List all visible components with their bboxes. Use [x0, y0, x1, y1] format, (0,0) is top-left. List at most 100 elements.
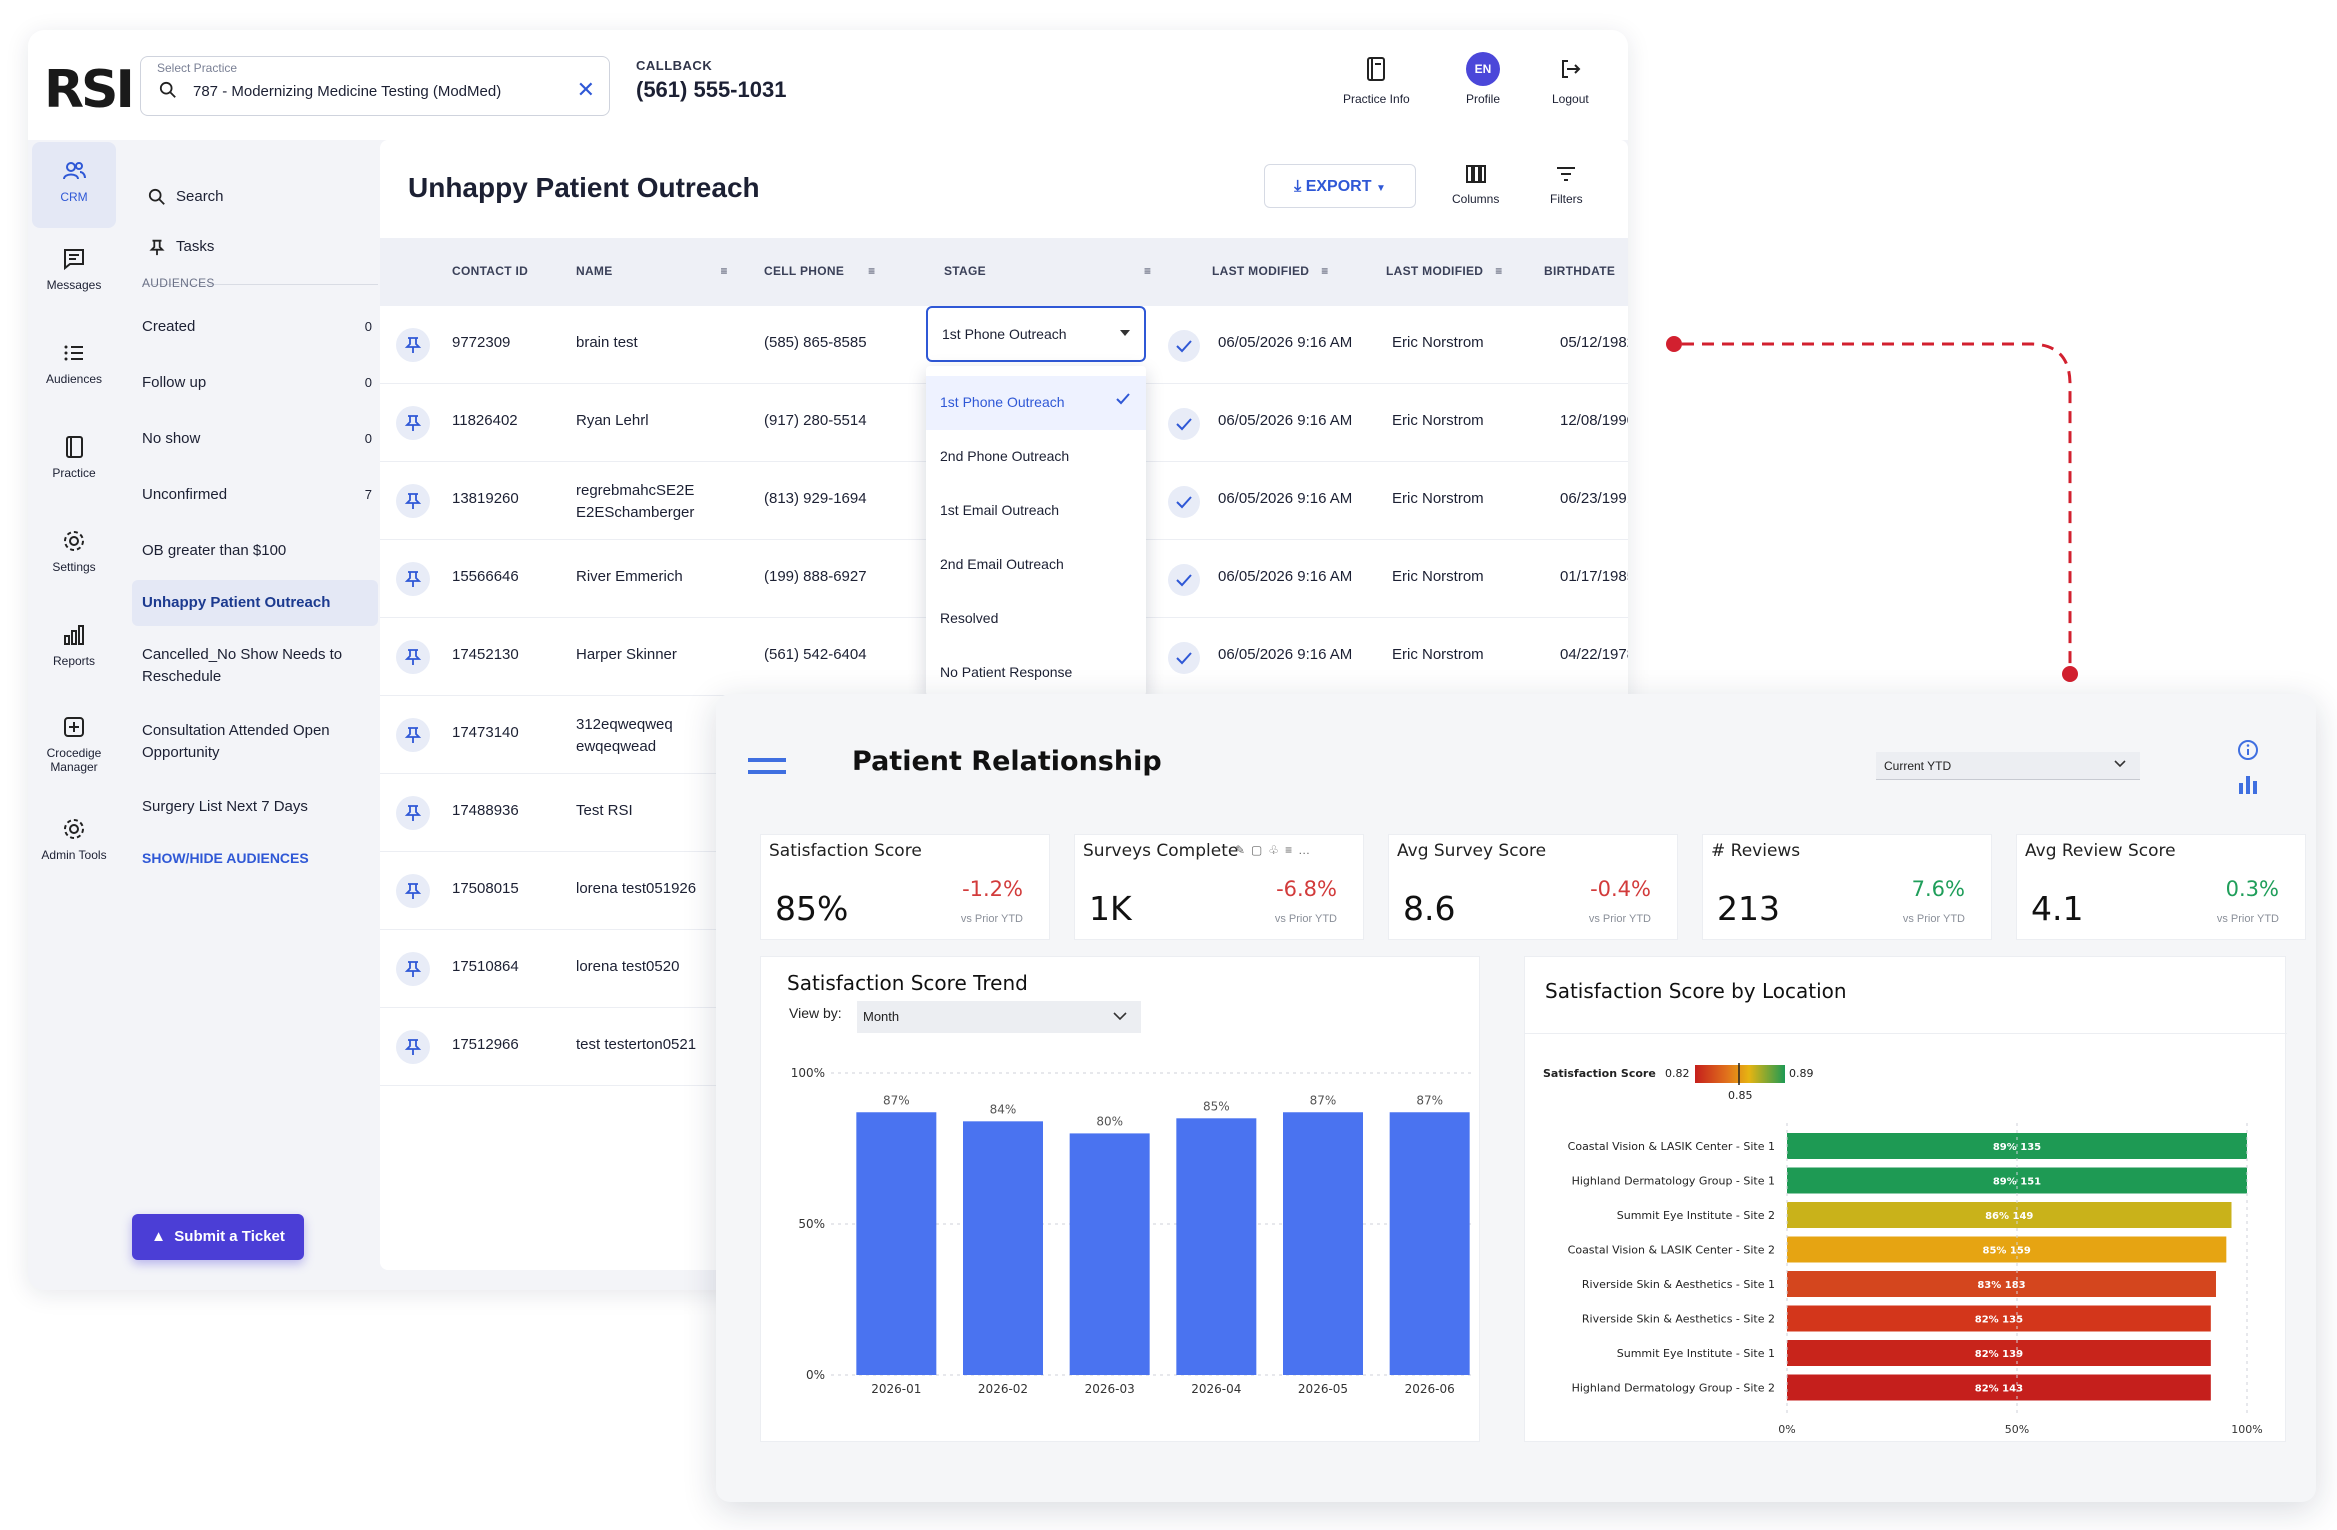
left-nav: CRM Messages Audiences Practice Settings…	[28, 140, 120, 1290]
stage-select[interactable]: 1st Phone Outreach	[926, 306, 1146, 362]
notebook-icon	[66, 436, 83, 458]
audience-count: 7	[364, 487, 372, 502]
practice-select[interactable]: Select Practice 787 - Modernizing Medici…	[140, 56, 610, 116]
pin-icon[interactable]	[396, 952, 430, 986]
stage-option[interactable]: 1st Phone Outreach	[926, 376, 1146, 430]
tasks-link[interactable]: Tasks	[148, 238, 214, 256]
audience-label: Surgery List Next 7 Days	[142, 798, 308, 815]
nav-crm[interactable]: CRM	[32, 142, 116, 228]
kpi-delta: -0.4%	[1590, 877, 1651, 901]
callback-number[interactable]: (561) 555-1031	[636, 77, 786, 103]
phone-cell: (585) 865-8585	[764, 334, 867, 351]
pin-icon	[149, 239, 165, 256]
show-hide-audiences-link[interactable]: SHOW/HIDE AUDIENCES	[142, 850, 309, 866]
col-last-modified[interactable]: LAST MODIFIED ≡	[1212, 264, 1329, 278]
filter-icon[interactable]: ≡	[1495, 264, 1502, 278]
rsi-logo[interactable]: RSI	[44, 60, 135, 120]
pin-icon[interactable]	[396, 562, 430, 596]
filter-icon[interactable]: ≡	[868, 264, 875, 278]
divider	[1525, 1033, 2287, 1034]
x-tick-label: 2026-02	[978, 1382, 1028, 1396]
audience-item[interactable]: Cancelled_No Show Needs to Reschedule	[142, 644, 372, 688]
search-link[interactable]: Search	[148, 188, 224, 206]
trend-bar	[856, 1112, 937, 1375]
last-modified-cell: 06/05/2026 9:16 AM	[1218, 412, 1353, 429]
audience-item[interactable]: Created 0	[142, 316, 372, 338]
period-select[interactable]: Current YTD	[1876, 752, 2140, 780]
pin-icon[interactable]	[396, 796, 430, 830]
practice-info-button[interactable]: Practice Info	[1343, 54, 1410, 106]
filter-icon[interactable]: ≡	[721, 264, 728, 278]
kpi-subtitle: vs Prior YTD	[1588, 913, 1651, 925]
stage-option[interactable]: 1st Email Outreach	[926, 484, 1146, 538]
stage-option[interactable]: Resolved	[926, 592, 1146, 646]
contact-id-cell: 17508015	[452, 880, 519, 897]
export-button[interactable]: ⤓ EXPORT ▼	[1264, 164, 1416, 208]
info-icon[interactable]	[2236, 738, 2260, 762]
kpi-tools-icons[interactable]: ✎▢♧≡…	[1235, 843, 1316, 857]
filters-button[interactable]: Filters	[1550, 162, 1583, 206]
contact-id-cell: 17510864	[452, 958, 519, 975]
audience-item[interactable]: Consultation Attended Open Opportunity	[142, 720, 372, 764]
y-tick-label: 50%	[798, 1217, 825, 1231]
audience-item[interactable]: OB greater than $100	[142, 540, 372, 562]
pin-icon[interactable]	[396, 874, 430, 908]
contact-id-cell: 17473140	[452, 724, 519, 741]
col-name[interactable]: NAME ≡	[576, 264, 728, 278]
checkmark-icon[interactable]	[1168, 408, 1200, 440]
nav-settings[interactable]: Settings	[28, 528, 120, 574]
clear-icon[interactable]: ✕	[577, 77, 595, 103]
name-cell: lorena test051926	[576, 880, 697, 897]
col-last-modified-by[interactable]: LAST MODIFIED ≡	[1386, 264, 1503, 278]
kpi-card: Avg Review Score 4.1 0.3% vs Prior YTD	[2016, 834, 2306, 940]
location-data-label: 82% 139	[1975, 1349, 2023, 1360]
pin-icon[interactable]	[396, 328, 430, 362]
nav-practice[interactable]: Practice	[28, 434, 120, 480]
audience-item-active[interactable]: Unhappy Patient Outreach	[132, 580, 378, 626]
nav-crm-label: CRM	[60, 190, 88, 204]
pin-icon[interactable]	[396, 1030, 430, 1064]
columns-button[interactable]: Columns	[1452, 162, 1499, 206]
profile-button[interactable]: EN Profile	[1466, 52, 1500, 106]
filter-icon[interactable]: ≡	[1144, 264, 1151, 278]
location-title: Satisfaction Score by Location	[1545, 979, 1847, 1003]
hamburger-menu-icon[interactable]	[748, 756, 786, 780]
kpi-delta: 7.6%	[1911, 877, 1965, 901]
name-cell: Harper Skinner	[576, 646, 677, 663]
checkmark-icon[interactable]	[1168, 564, 1200, 596]
nav-admin-tools[interactable]: Admin Tools	[28, 816, 120, 862]
audience-item[interactable]: No show 0	[142, 428, 372, 450]
col-last-modified-label: LAST MODIFIED	[1212, 264, 1310, 278]
pin-icon[interactable]	[396, 718, 430, 752]
checkmark-icon[interactable]	[1168, 642, 1200, 674]
audience-item[interactable]: Surgery List Next 7 Days	[142, 796, 372, 818]
pin-icon[interactable]	[396, 484, 430, 518]
gear-icon	[64, 531, 84, 551]
nav-crocedige-manager[interactable]: Crocedige Manager	[28, 714, 120, 774]
bar-chart-icon[interactable]	[2236, 772, 2260, 796]
checkmark-icon[interactable]	[1168, 330, 1200, 362]
pin-icon[interactable]	[396, 406, 430, 440]
view-by-select[interactable]: Month	[857, 1001, 1141, 1033]
filter-icon[interactable]: ≡	[1321, 264, 1328, 278]
col-stage[interactable]: STAGE ≡	[944, 264, 1151, 278]
stage-option[interactable]: No Patient Response	[926, 646, 1146, 700]
nav-audiences[interactable]: Audiences	[28, 340, 120, 386]
submit-ticket-button[interactable]: ▲ Submit a Ticket	[132, 1214, 304, 1260]
nav-reports[interactable]: Reports	[28, 622, 120, 668]
col-cell-phone[interactable]: CELL PHONE ≡	[764, 264, 875, 278]
col-contact-id[interactable]: CONTACT ID	[452, 264, 528, 278]
stage-option[interactable]: 2nd Email Outreach	[926, 538, 1146, 592]
audience-item[interactable]: Unconfirmed 7	[142, 484, 372, 506]
list-icon	[64, 345, 83, 361]
checkmark-icon[interactable]	[1168, 486, 1200, 518]
stage-option[interactable]: 2nd Phone Outreach	[926, 430, 1146, 484]
x-tick-label: 2026-05	[1298, 1382, 1348, 1396]
logout-button[interactable]: Logout	[1552, 54, 1589, 106]
export-label: EXPORT	[1305, 178, 1372, 195]
col-birthdate[interactable]: BIRTHDATE	[1544, 264, 1615, 278]
audience-item[interactable]: Follow up 0	[142, 372, 372, 394]
nav-messages[interactable]: Messages	[28, 246, 120, 292]
pin-icon[interactable]	[396, 640, 430, 674]
col-name-label: NAME	[576, 264, 613, 278]
